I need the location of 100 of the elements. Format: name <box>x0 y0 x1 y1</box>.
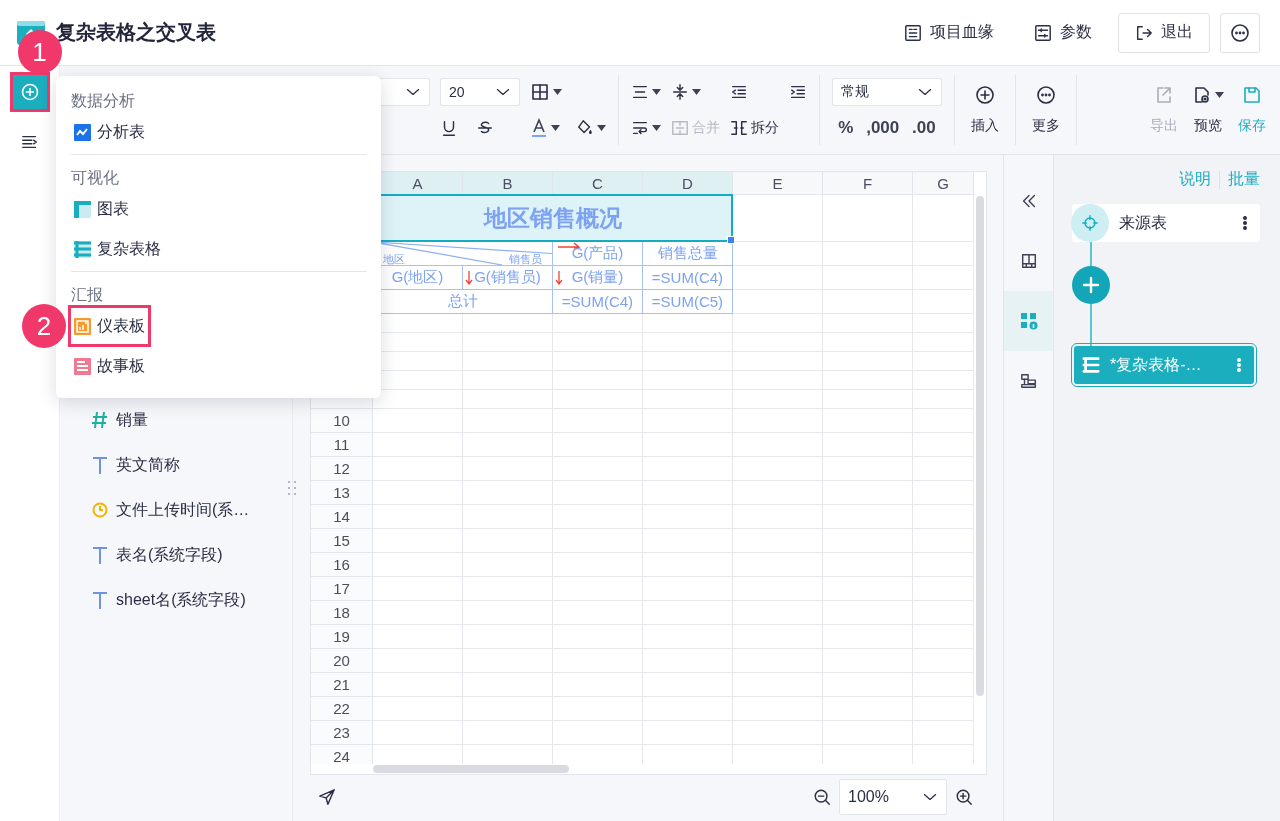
sheet-cell[interactable] <box>643 577 733 601</box>
sheet-cell[interactable] <box>373 673 463 697</box>
menu-item[interactable]: 分析表 <box>71 114 148 150</box>
sheet-cell[interactable] <box>643 457 733 481</box>
sheet-cell[interactable] <box>373 409 463 433</box>
sheet-cell[interactable] <box>553 673 643 697</box>
sheet-cell[interactable] <box>823 577 913 601</box>
row-header[interactable]: 11 <box>311 433 373 457</box>
sheet-cell[interactable] <box>823 553 913 577</box>
sheet-cell[interactable] <box>823 673 913 697</box>
field-item[interactable]: 销量 <box>92 408 292 432</box>
fill-handle[interactable] <box>727 236 735 244</box>
sheet-cell[interactable] <box>553 577 643 601</box>
sheet-cell[interactable] <box>553 333 643 352</box>
field-item[interactable]: 表名(系统字段) <box>92 543 292 567</box>
sheet-cell[interactable] <box>733 433 823 457</box>
sheet-cell[interactable] <box>823 390 913 409</box>
exit-button[interactable]: 退出 <box>1118 12 1210 53</box>
row-header[interactable]: 14 <box>311 505 373 529</box>
sheet-cell[interactable] <box>913 390 974 409</box>
field-item[interactable]: sheet名(系统字段) <box>92 588 292 612</box>
add-step-button[interactable] <box>1072 266 1110 304</box>
row-header[interactable]: 18 <box>311 601 373 625</box>
sheet-cell[interactable] <box>913 721 974 745</box>
sheet-cell[interactable] <box>463 625 553 649</box>
sheet-cell[interactable] <box>913 577 974 601</box>
sheet-cell[interactable] <box>373 649 463 673</box>
sheet-cell[interactable] <box>553 601 643 625</box>
sheet-cell[interactable] <box>823 371 913 390</box>
more-button[interactable]: 更多 <box>1016 75 1077 145</box>
sheet-cell[interactable] <box>733 409 823 433</box>
sheet-cell[interactable] <box>643 721 733 745</box>
sheet-cell[interactable] <box>463 390 553 409</box>
sheet-cell[interactable] <box>913 290 974 314</box>
font-color-icon[interactable] <box>530 118 548 138</box>
sheet-cell[interactable] <box>553 505 643 529</box>
sheet-cell[interactable] <box>733 697 823 721</box>
sheet-cell[interactable] <box>643 649 733 673</box>
sheet-cell[interactable] <box>733 625 823 649</box>
column-header[interactable]: D <box>643 172 733 195</box>
sheet-cell[interactable] <box>463 721 553 745</box>
more-button[interactable] <box>1220 12 1260 53</box>
sheet-cell[interactable] <box>553 625 643 649</box>
column-header[interactable]: E <box>733 172 823 195</box>
row-header[interactable]: 21 <box>311 673 373 697</box>
sheet-cell[interactable] <box>823 505 913 529</box>
sheet-cell[interactable] <box>823 333 913 352</box>
sheet-cell[interactable] <box>913 409 974 433</box>
send-icon[interactable] <box>318 788 336 806</box>
underline-icon[interactable] <box>440 119 458 137</box>
sheet-cell[interactable] <box>643 505 733 529</box>
menu-item[interactable]: 故事板 <box>71 348 148 384</box>
sheet-cell[interactable] <box>553 390 643 409</box>
column-header[interactable]: G <box>913 172 974 195</box>
sheet-cell[interactable] <box>553 697 643 721</box>
sheet-cell[interactable] <box>913 457 974 481</box>
sheet-cell[interactable] <box>733 333 823 352</box>
number-format-button[interactable]: .00 <box>912 118 936 138</box>
sheet-cell[interactable] <box>643 371 733 390</box>
row-header[interactable]: 24 <box>311 745 373 764</box>
sheet-cell[interactable] <box>553 409 643 433</box>
row-header[interactable]: 13 <box>311 481 373 505</box>
sheet-cell[interactable] <box>373 697 463 721</box>
sheet-cell[interactable] <box>913 673 974 697</box>
sheet-cell[interactable] <box>823 266 913 290</box>
zoom-out-icon[interactable] <box>813 788 831 806</box>
row-header[interactable]: 10 <box>311 409 373 433</box>
sheet-cell[interactable] <box>463 529 553 553</box>
row-header[interactable]: 17 <box>311 577 373 601</box>
sheet-cell[interactable] <box>733 577 823 601</box>
sheet-cell[interactable] <box>823 457 913 481</box>
fill-bucket-icon[interactable] <box>576 119 594 137</box>
sheet-cell[interactable] <box>553 649 643 673</box>
sheet-cell[interactable] <box>463 553 553 577</box>
column-header[interactable]: B <box>463 172 553 195</box>
sheet-cell[interactable] <box>373 577 463 601</box>
row-header[interactable]: 16 <box>311 553 373 577</box>
sheet-cell[interactable] <box>463 352 553 371</box>
font-size-select[interactable]: 20 <box>440 78 520 106</box>
column-header[interactable]: C <box>553 172 643 195</box>
field-item[interactable]: 英文简称 <box>92 453 292 477</box>
sheet-cell[interactable] <box>913 505 974 529</box>
number-format-button[interactable]: ,000 <box>866 118 900 138</box>
sheet-cell[interactable] <box>733 505 823 529</box>
sheet-cell[interactable] <box>823 409 913 433</box>
sheet-cell[interactable] <box>913 333 974 352</box>
sheet-cell[interactable] <box>463 433 553 457</box>
sheet-cell[interactable] <box>733 371 823 390</box>
row-header[interactable]: 22 <box>311 697 373 721</box>
zoom-in-icon[interactable] <box>955 788 973 806</box>
menu-item[interactable]: 图表 <box>71 191 132 227</box>
sheet-cell[interactable] <box>823 433 913 457</box>
sheet-cell[interactable] <box>823 195 913 242</box>
flow-node[interactable]: 来源表 <box>1072 204 1260 242</box>
sheet-cell[interactable] <box>553 433 643 457</box>
sheet-cell[interactable] <box>823 481 913 505</box>
sheet-cell[interactable] <box>373 433 463 457</box>
sheet-cell[interactable] <box>553 352 643 371</box>
zoom-select[interactable]: 100% <box>839 779 947 815</box>
sheet-cell[interactable] <box>373 553 463 577</box>
